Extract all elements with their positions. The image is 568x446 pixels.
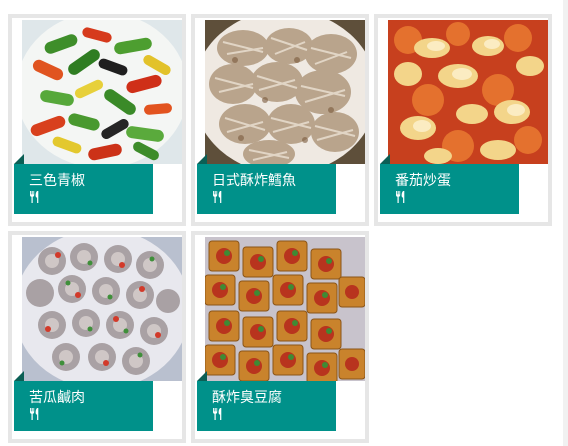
dish-name[interactable]: 三色青椒 bbox=[29, 172, 85, 190]
page-right-edge bbox=[563, 0, 568, 446]
dish-name[interactable]: 日式酥炸鱈魚 bbox=[212, 172, 296, 190]
dish-card-tricolor-peppers[interactable]: 三色青椒 bbox=[8, 14, 186, 226]
dish-card-bitter-melon-pork[interactable]: 苦瓜鹹肉 bbox=[8, 231, 186, 443]
dish-label[interactable]: 苦瓜鹹肉 bbox=[14, 381, 153, 431]
dish-photo[interactable] bbox=[22, 237, 182, 381]
dish-label[interactable]: 番茄炒蛋 bbox=[380, 164, 519, 214]
dish-name[interactable]: 酥炸臭豆腐 bbox=[212, 389, 282, 407]
cutlery-icon bbox=[395, 191, 407, 203]
cutlery-icon bbox=[212, 191, 224, 203]
label-fold bbox=[14, 371, 24, 381]
dish-photo[interactable] bbox=[388, 20, 548, 164]
dish-name[interactable]: 苦瓜鹹肉 bbox=[29, 389, 85, 407]
dish-name[interactable]: 番茄炒蛋 bbox=[395, 172, 451, 190]
cutlery-icon bbox=[212, 408, 224, 420]
dish-photo[interactable] bbox=[22, 20, 182, 164]
dish-card-tomato-egg[interactable]: 番茄炒蛋 bbox=[374, 14, 552, 226]
dish-card-fried-cod[interactable]: 日式酥炸鱈魚 bbox=[191, 14, 369, 226]
dish-photo[interactable] bbox=[205, 237, 365, 381]
label-fold bbox=[197, 371, 207, 381]
label-fold bbox=[197, 154, 207, 164]
dish-label[interactable]: 三色青椒 bbox=[14, 164, 153, 214]
dish-label[interactable]: 酥炸臭豆腐 bbox=[197, 381, 336, 431]
dish-photo[interactable] bbox=[205, 20, 365, 164]
dish-card-fried-stinky-tofu[interactable]: 酥炸臭豆腐 bbox=[191, 231, 369, 443]
cutlery-icon bbox=[29, 408, 41, 420]
label-fold bbox=[380, 154, 390, 164]
dish-label[interactable]: 日式酥炸鱈魚 bbox=[197, 164, 336, 214]
label-fold bbox=[14, 154, 24, 164]
cutlery-icon bbox=[29, 191, 41, 203]
